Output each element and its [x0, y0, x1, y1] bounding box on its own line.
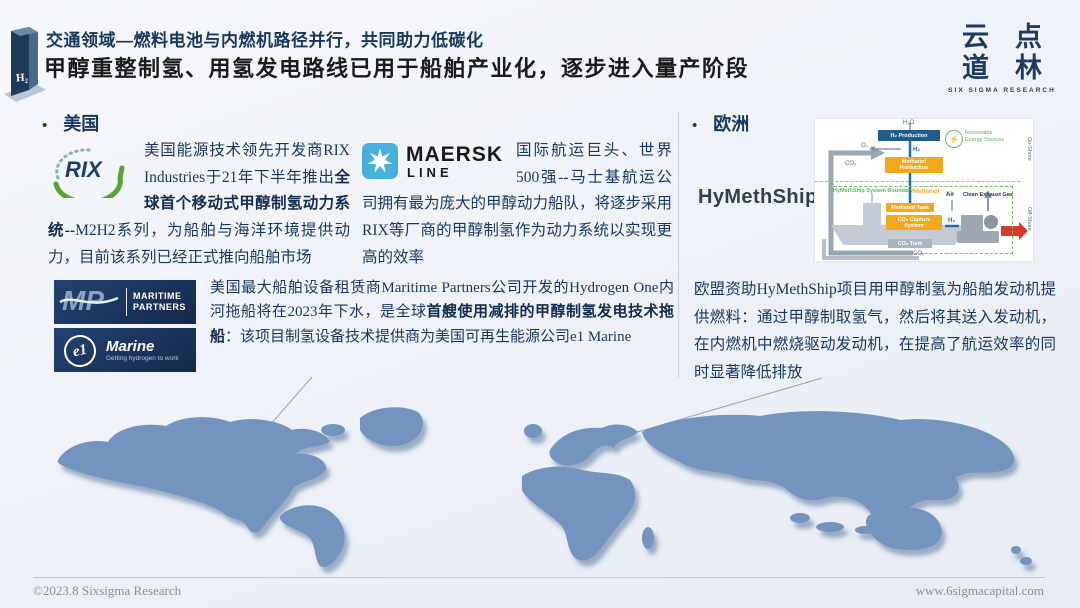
footer-divider [33, 577, 1045, 578]
slide: H₂ 交通领域—燃料电池与内燃机路径并行，共同助力低碳化 甲醇重整制氢、用氢发电… [0, 0, 1080, 608]
footer-copyright: ©2023.8 Sixsigma Research [33, 583, 182, 598]
footer-website: www.6sigmacapital.com [915, 583, 1044, 598]
world-map [57, 376, 1032, 568]
continents [57, 407, 1032, 568]
